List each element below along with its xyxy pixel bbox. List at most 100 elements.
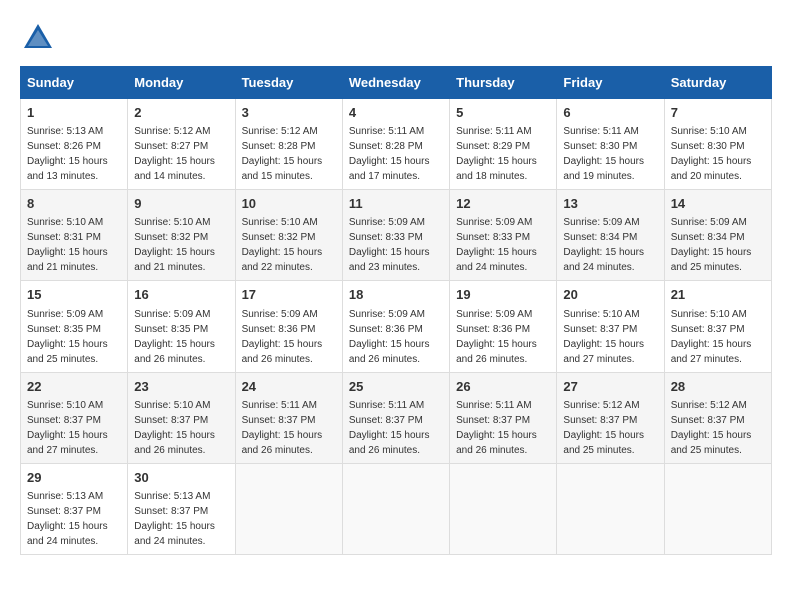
- calendar-cell: 9 Sunrise: 5:10 AM Sunset: 8:32 PM Dayli…: [128, 190, 235, 281]
- calendar-cell: 28 Sunrise: 5:12 AM Sunset: 8:37 PM Dayl…: [664, 372, 771, 463]
- weekday-header: Thursday: [450, 67, 557, 99]
- day-number: 27: [563, 378, 657, 396]
- day-number: 28: [671, 378, 765, 396]
- calendar-cell: 22 Sunrise: 5:10 AM Sunset: 8:37 PM Dayl…: [21, 372, 128, 463]
- calendar-cell: 26 Sunrise: 5:11 AM Sunset: 8:37 PM Dayl…: [450, 372, 557, 463]
- weekday-header: Tuesday: [235, 67, 342, 99]
- day-info: Sunrise: 5:11 AM Sunset: 8:28 PM Dayligh…: [349, 126, 430, 182]
- day-number: 17: [242, 286, 336, 304]
- day-number: 8: [27, 195, 121, 213]
- day-info: Sunrise: 5:10 AM Sunset: 8:37 PM Dayligh…: [671, 309, 752, 365]
- calendar-cell: 24 Sunrise: 5:11 AM Sunset: 8:37 PM Dayl…: [235, 372, 342, 463]
- day-number: 19: [456, 286, 550, 304]
- calendar-cell: 16 Sunrise: 5:09 AM Sunset: 8:35 PM Dayl…: [128, 281, 235, 372]
- calendar: SundayMondayTuesdayWednesdayThursdayFrid…: [20, 66, 772, 555]
- day-info: Sunrise: 5:11 AM Sunset: 8:30 PM Dayligh…: [563, 126, 644, 182]
- calendar-cell: 29 Sunrise: 5:13 AM Sunset: 8:37 PM Dayl…: [21, 463, 128, 554]
- day-number: 18: [349, 286, 443, 304]
- day-number: 11: [349, 195, 443, 213]
- day-info: Sunrise: 5:10 AM Sunset: 8:37 PM Dayligh…: [134, 400, 215, 456]
- day-info: Sunrise: 5:09 AM Sunset: 8:33 PM Dayligh…: [349, 217, 430, 273]
- day-info: Sunrise: 5:10 AM Sunset: 8:37 PM Dayligh…: [27, 400, 108, 456]
- day-number: 15: [27, 286, 121, 304]
- day-number: 25: [349, 378, 443, 396]
- day-number: 24: [242, 378, 336, 396]
- day-info: Sunrise: 5:09 AM Sunset: 8:36 PM Dayligh…: [349, 309, 430, 365]
- day-info: Sunrise: 5:10 AM Sunset: 8:32 PM Dayligh…: [134, 217, 215, 273]
- day-number: 7: [671, 104, 765, 122]
- calendar-cell: [664, 463, 771, 554]
- day-number: 16: [134, 286, 228, 304]
- day-info: Sunrise: 5:09 AM Sunset: 8:34 PM Dayligh…: [671, 217, 752, 273]
- calendar-cell: [557, 463, 664, 554]
- day-info: Sunrise: 5:09 AM Sunset: 8:36 PM Dayligh…: [242, 309, 323, 365]
- day-info: Sunrise: 5:10 AM Sunset: 8:37 PM Dayligh…: [563, 309, 644, 365]
- calendar-cell: 15 Sunrise: 5:09 AM Sunset: 8:35 PM Dayl…: [21, 281, 128, 372]
- day-number: 23: [134, 378, 228, 396]
- day-info: Sunrise: 5:13 AM Sunset: 8:37 PM Dayligh…: [134, 491, 215, 547]
- day-info: Sunrise: 5:11 AM Sunset: 8:37 PM Dayligh…: [349, 400, 430, 456]
- day-info: Sunrise: 5:13 AM Sunset: 8:37 PM Dayligh…: [27, 491, 108, 547]
- weekday-header: Monday: [128, 67, 235, 99]
- weekday-header: Saturday: [664, 67, 771, 99]
- day-number: 1: [27, 104, 121, 122]
- calendar-cell: 5 Sunrise: 5:11 AM Sunset: 8:29 PM Dayli…: [450, 99, 557, 190]
- calendar-cell: 25 Sunrise: 5:11 AM Sunset: 8:37 PM Dayl…: [342, 372, 449, 463]
- day-number: 21: [671, 286, 765, 304]
- day-info: Sunrise: 5:10 AM Sunset: 8:32 PM Dayligh…: [242, 217, 323, 273]
- calendar-cell: 11 Sunrise: 5:09 AM Sunset: 8:33 PM Dayl…: [342, 190, 449, 281]
- day-number: 29: [27, 469, 121, 487]
- calendar-cell: [235, 463, 342, 554]
- day-info: Sunrise: 5:09 AM Sunset: 8:35 PM Dayligh…: [134, 309, 215, 365]
- calendar-cell: 3 Sunrise: 5:12 AM Sunset: 8:28 PM Dayli…: [235, 99, 342, 190]
- day-info: Sunrise: 5:11 AM Sunset: 8:29 PM Dayligh…: [456, 126, 537, 182]
- calendar-cell: 30 Sunrise: 5:13 AM Sunset: 8:37 PM Dayl…: [128, 463, 235, 554]
- calendar-cell: 14 Sunrise: 5:09 AM Sunset: 8:34 PM Dayl…: [664, 190, 771, 281]
- day-info: Sunrise: 5:10 AM Sunset: 8:31 PM Dayligh…: [27, 217, 108, 273]
- day-info: Sunrise: 5:09 AM Sunset: 8:34 PM Dayligh…: [563, 217, 644, 273]
- logo-icon: [20, 20, 56, 56]
- day-info: Sunrise: 5:09 AM Sunset: 8:36 PM Dayligh…: [456, 309, 537, 365]
- header: [20, 20, 772, 56]
- calendar-cell: 18 Sunrise: 5:09 AM Sunset: 8:36 PM Dayl…: [342, 281, 449, 372]
- day-info: Sunrise: 5:11 AM Sunset: 8:37 PM Dayligh…: [456, 400, 537, 456]
- logo: [20, 20, 60, 56]
- calendar-cell: 20 Sunrise: 5:10 AM Sunset: 8:37 PM Dayl…: [557, 281, 664, 372]
- weekday-header: Sunday: [21, 67, 128, 99]
- calendar-cell: 2 Sunrise: 5:12 AM Sunset: 8:27 PM Dayli…: [128, 99, 235, 190]
- calendar-cell: 6 Sunrise: 5:11 AM Sunset: 8:30 PM Dayli…: [557, 99, 664, 190]
- calendar-cell: 21 Sunrise: 5:10 AM Sunset: 8:37 PM Dayl…: [664, 281, 771, 372]
- day-info: Sunrise: 5:12 AM Sunset: 8:27 PM Dayligh…: [134, 126, 215, 182]
- day-number: 6: [563, 104, 657, 122]
- weekday-header: Friday: [557, 67, 664, 99]
- day-info: Sunrise: 5:10 AM Sunset: 8:30 PM Dayligh…: [671, 126, 752, 182]
- calendar-cell: 8 Sunrise: 5:10 AM Sunset: 8:31 PM Dayli…: [21, 190, 128, 281]
- calendar-cell: 10 Sunrise: 5:10 AM Sunset: 8:32 PM Dayl…: [235, 190, 342, 281]
- weekday-header: Wednesday: [342, 67, 449, 99]
- day-info: Sunrise: 5:09 AM Sunset: 8:35 PM Dayligh…: [27, 309, 108, 365]
- calendar-cell: 1 Sunrise: 5:13 AM Sunset: 8:26 PM Dayli…: [21, 99, 128, 190]
- day-number: 9: [134, 195, 228, 213]
- calendar-cell: 23 Sunrise: 5:10 AM Sunset: 8:37 PM Dayl…: [128, 372, 235, 463]
- calendar-cell: 27 Sunrise: 5:12 AM Sunset: 8:37 PM Dayl…: [557, 372, 664, 463]
- calendar-cell: 7 Sunrise: 5:10 AM Sunset: 8:30 PM Dayli…: [664, 99, 771, 190]
- calendar-cell: [450, 463, 557, 554]
- day-number: 12: [456, 195, 550, 213]
- day-number: 14: [671, 195, 765, 213]
- day-info: Sunrise: 5:12 AM Sunset: 8:37 PM Dayligh…: [671, 400, 752, 456]
- day-number: 13: [563, 195, 657, 213]
- day-number: 22: [27, 378, 121, 396]
- day-number: 10: [242, 195, 336, 213]
- day-info: Sunrise: 5:09 AM Sunset: 8:33 PM Dayligh…: [456, 217, 537, 273]
- day-number: 2: [134, 104, 228, 122]
- day-info: Sunrise: 5:11 AM Sunset: 8:37 PM Dayligh…: [242, 400, 323, 456]
- calendar-cell: 4 Sunrise: 5:11 AM Sunset: 8:28 PM Dayli…: [342, 99, 449, 190]
- calendar-cell: 12 Sunrise: 5:09 AM Sunset: 8:33 PM Dayl…: [450, 190, 557, 281]
- day-number: 4: [349, 104, 443, 122]
- calendar-cell: 17 Sunrise: 5:09 AM Sunset: 8:36 PM Dayl…: [235, 281, 342, 372]
- day-number: 30: [134, 469, 228, 487]
- day-info: Sunrise: 5:13 AM Sunset: 8:26 PM Dayligh…: [27, 126, 108, 182]
- day-info: Sunrise: 5:12 AM Sunset: 8:28 PM Dayligh…: [242, 126, 323, 182]
- day-number: 5: [456, 104, 550, 122]
- calendar-cell: [342, 463, 449, 554]
